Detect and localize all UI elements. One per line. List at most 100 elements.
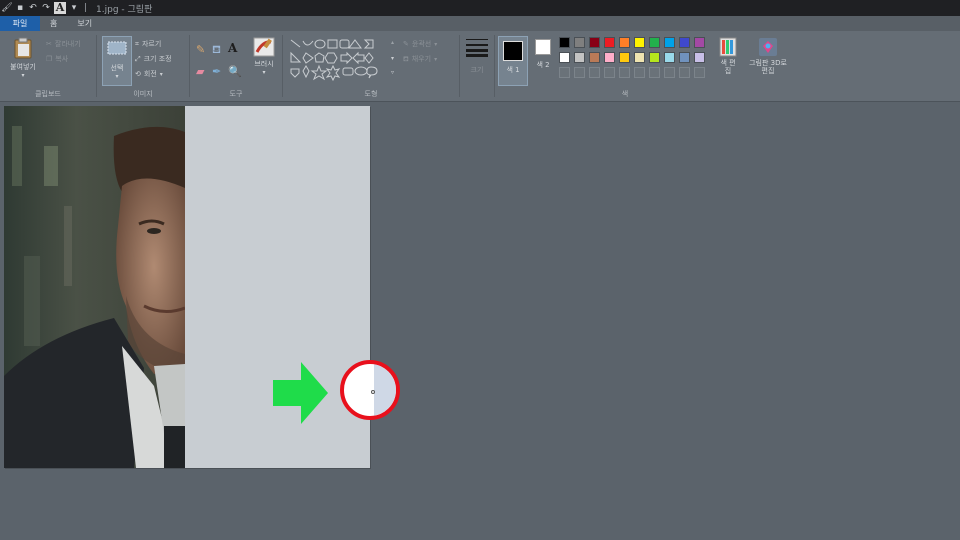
- palette-swatch[interactable]: [574, 67, 585, 78]
- crop-label: 자르기: [141, 40, 162, 48]
- portrait-photo: [4, 106, 185, 468]
- outline-icon: ✎: [403, 40, 409, 48]
- palette-swatch[interactable]: [604, 67, 615, 78]
- palette-swatch[interactable]: [694, 52, 705, 63]
- palette-swatch[interactable]: [679, 37, 690, 48]
- palette-swatch[interactable]: [574, 37, 585, 48]
- image-group-label: 이미지: [133, 90, 153, 98]
- text-tool-quick-icon[interactable]: A: [54, 2, 66, 14]
- paste-button[interactable]: 붙여넣기 ▾: [5, 37, 41, 79]
- tab-file[interactable]: 파일: [0, 16, 40, 31]
- rotate-label: 회전: [143, 70, 157, 78]
- color2-swatch: [535, 39, 551, 55]
- palette-swatch[interactable]: [604, 52, 615, 63]
- fill-dropdown-icon: ▾: [434, 55, 438, 63]
- color2-button[interactable]: 색 2: [532, 39, 554, 69]
- pencil-icon[interactable]: ✎: [196, 43, 205, 56]
- palette-swatch[interactable]: [694, 67, 705, 78]
- outline-button[interactable]: ✎ 윤곽선 ▾: [403, 39, 437, 49]
- crop-button[interactable]: ⌗ 자르기: [135, 39, 161, 49]
- undo-icon[interactable]: ↶: [28, 3, 38, 13]
- crop-icon: ⌗: [135, 39, 139, 48]
- color1-swatch: [503, 41, 523, 61]
- cut-label: 잘라내기: [54, 40, 81, 48]
- shapes-expand-icon[interactable]: ▿: [391, 69, 394, 76]
- colors-group: 색 1 색 2 색 편집 그림판 3D로 편집 색: [495, 31, 795, 102]
- palette-swatch[interactable]: [634, 52, 645, 63]
- palette-swatch[interactable]: [664, 67, 675, 78]
- tab-view[interactable]: 보기: [67, 16, 102, 31]
- palette-swatch[interactable]: [679, 67, 690, 78]
- text-tool-icon[interactable]: A: [228, 41, 237, 55]
- color1-label: 색 1: [506, 66, 520, 74]
- palette-swatch[interactable]: [679, 52, 690, 63]
- palette-swatch[interactable]: [619, 37, 630, 48]
- shapes-gallery[interactable]: [289, 37, 389, 82]
- resize-handle-dot[interactable]: [371, 390, 375, 394]
- palette-swatch[interactable]: [559, 52, 570, 63]
- palette-swatch[interactable]: [649, 52, 660, 63]
- tools-group-label: 도구: [229, 90, 243, 98]
- green-arrow-pointer: [273, 362, 328, 424]
- fill-button[interactable]: ⛾ 채우기 ▾: [403, 54, 437, 64]
- title-separator: |: [84, 3, 88, 13]
- palette-swatch[interactable]: [649, 67, 660, 78]
- color-palette: [559, 37, 719, 85]
- line-size-icon: [465, 37, 489, 57]
- fill-bucket-icon[interactable]: ⛾: [212, 43, 221, 58]
- select-button[interactable]: 선택 ▾: [102, 36, 132, 86]
- paint-app-icon[interactable]: 🖌: [1, 3, 12, 13]
- cut-button[interactable]: ✂ 잘라내기: [46, 39, 81, 49]
- rotate-dropdown-icon: ▾: [159, 70, 163, 78]
- resize-icon: ⤢: [135, 54, 141, 63]
- eraser-icon[interactable]: ▰: [196, 65, 204, 78]
- palette-swatch[interactable]: [604, 37, 615, 48]
- copy-button[interactable]: ❐ 복사: [46, 54, 68, 64]
- customize-toolbar-icon[interactable]: ▾: [69, 3, 79, 13]
- palette-swatch[interactable]: [694, 37, 705, 48]
- size-button[interactable]: 크기: [462, 37, 492, 75]
- palette-swatch[interactable]: [649, 37, 660, 48]
- palette-swatch[interactable]: [589, 67, 600, 78]
- shapes-group-label: 도형: [364, 90, 378, 98]
- brushes-button[interactable]: 브러시 ▾: [248, 37, 280, 76]
- palette-swatch[interactable]: [664, 52, 675, 63]
- resize-button[interactable]: ⤢ 크기 조정: [135, 54, 172, 64]
- paste-dropdown-icon: ▾: [21, 72, 25, 79]
- color1-button[interactable]: 색 1: [498, 36, 528, 86]
- palette-swatch[interactable]: [619, 52, 630, 63]
- shapes-scroll-up-icon[interactable]: ▴: [391, 39, 394, 46]
- color-picker-icon[interactable]: ✒: [212, 65, 221, 78]
- canvas-edge-highlight: [374, 364, 396, 416]
- palette-swatch[interactable]: [634, 37, 645, 48]
- palette-swatch[interactable]: [589, 37, 600, 48]
- colors-group-label: 색: [621, 90, 629, 98]
- fill-label: 채우기: [411, 55, 432, 63]
- clipboard-group-label: 클립보드: [35, 90, 61, 98]
- canvas-workspace[interactable]: [0, 102, 960, 540]
- palette-swatch[interactable]: [559, 37, 570, 48]
- edit-colors-button[interactable]: 색 편집: [714, 37, 742, 75]
- shapes-scroll-down-icon[interactable]: ▾: [391, 55, 394, 62]
- palette-swatch[interactable]: [574, 52, 585, 63]
- rotate-button[interactable]: ⟲ 회전 ▾: [135, 69, 163, 79]
- palette-swatch[interactable]: [589, 52, 600, 63]
- palette-swatch[interactable]: [559, 67, 570, 78]
- redo-icon[interactable]: ↷: [41, 3, 51, 13]
- title-bar: 🖌 ▪ ↶ ↷ A ▾ | 1.jpg - 그림판: [0, 0, 960, 16]
- palette-swatch[interactable]: [634, 67, 645, 78]
- fill-icon: ⛾: [403, 54, 409, 63]
- paint3d-label: 그림판 3D로 편집: [749, 59, 787, 75]
- palette-swatch[interactable]: [619, 67, 630, 78]
- tab-home[interactable]: 홈: [40, 16, 67, 31]
- select-dropdown-icon: ▾: [115, 73, 119, 80]
- copy-label: 복사: [55, 55, 69, 63]
- clipboard-group: 붙여넣기 ▾ ✂ 잘라내기 ❐ 복사 클립보드: [0, 31, 96, 102]
- palette-swatch[interactable]: [664, 37, 675, 48]
- resize-label: 크기 조정: [143, 55, 172, 63]
- paint3d-button[interactable]: 그림판 3D로 편집: [747, 37, 789, 75]
- menu-tab-row: 파일 홈 보기: [0, 16, 960, 31]
- save-icon[interactable]: ▪: [15, 3, 25, 13]
- magnifier-icon[interactable]: 🔍: [228, 65, 242, 78]
- tools-group: ✎ ⛾ A ▰ ✒ 🔍 브러시 ▾ 도구: [190, 31, 282, 102]
